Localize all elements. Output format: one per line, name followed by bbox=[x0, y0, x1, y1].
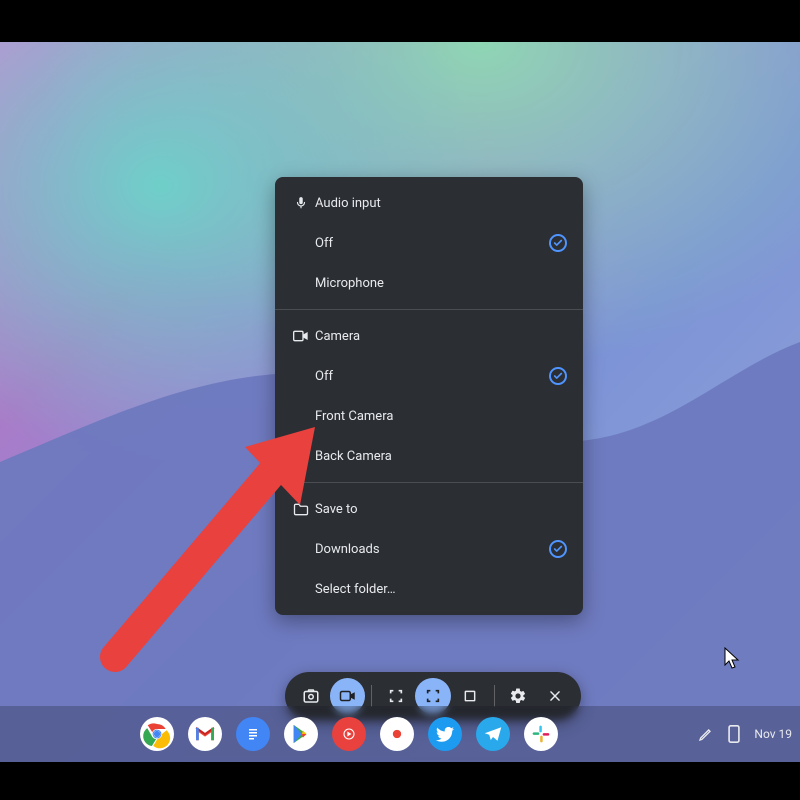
header-audio-input-label: Audio input bbox=[315, 196, 567, 211]
gmail-app-icon[interactable] bbox=[188, 717, 222, 751]
option-camera-off[interactable]: Off bbox=[275, 356, 583, 396]
header-save-to: Save to bbox=[275, 489, 583, 529]
play-store-app-icon[interactable] bbox=[284, 717, 318, 751]
header-camera-label: Camera bbox=[315, 329, 567, 344]
option-camera-off-label: Off bbox=[315, 369, 549, 384]
toolbar-divider bbox=[371, 685, 372, 707]
chrome-app-icon[interactable] bbox=[140, 717, 174, 751]
mic-icon bbox=[287, 196, 315, 210]
screen-recorder-app-icon[interactable] bbox=[380, 717, 414, 751]
section-save-to: Save to Downloads Select folder… bbox=[275, 483, 583, 615]
telegram-app-icon[interactable] bbox=[476, 717, 510, 751]
toolbar-divider bbox=[494, 685, 495, 707]
header-save-to-label: Save to bbox=[315, 502, 567, 517]
header-camera: Camera bbox=[275, 316, 583, 356]
option-audio-off-label: Off bbox=[315, 236, 549, 251]
docs-app-icon[interactable] bbox=[236, 717, 270, 751]
twitter-app-icon[interactable] bbox=[428, 717, 462, 751]
shelf: Nov 19 bbox=[0, 706, 800, 762]
option-save-downloads-label: Downloads bbox=[315, 542, 549, 557]
check-icon bbox=[549, 234, 567, 252]
tray-date: Nov 19 bbox=[754, 727, 792, 741]
option-camera-back-label: Back Camera bbox=[315, 449, 567, 464]
option-audio-off[interactable]: Off bbox=[275, 223, 583, 263]
header-audio-input: Audio input bbox=[275, 183, 583, 223]
option-camera-front-label: Front Camera bbox=[315, 409, 567, 424]
section-camera: Camera Off Front Camera Back Camera bbox=[275, 310, 583, 483]
option-audio-microphone[interactable]: Microphone bbox=[275, 263, 583, 303]
option-save-select-folder[interactable]: Select folder… bbox=[275, 569, 583, 609]
youtube-music-app-icon[interactable] bbox=[332, 717, 366, 751]
section-audio: Audio input Off Microphone bbox=[275, 177, 583, 310]
option-audio-microphone-label: Microphone bbox=[315, 276, 567, 291]
phone-hub-icon[interactable] bbox=[728, 725, 740, 743]
capture-settings-popup: Audio input Off Microphone Camera bbox=[275, 177, 583, 615]
slack-app-icon[interactable] bbox=[524, 717, 558, 751]
option-save-select-folder-label: Select folder… bbox=[315, 582, 567, 597]
option-camera-back[interactable]: Back Camera bbox=[275, 436, 583, 476]
option-save-downloads[interactable]: Downloads bbox=[275, 529, 583, 569]
video-camera-icon bbox=[287, 330, 315, 342]
folder-icon bbox=[287, 503, 315, 516]
option-camera-front[interactable]: Front Camera bbox=[275, 396, 583, 436]
shelf-apps bbox=[140, 717, 558, 751]
stylus-icon[interactable] bbox=[698, 726, 714, 742]
screen-area: Audio input Off Microphone Camera bbox=[0, 42, 800, 762]
check-icon bbox=[549, 367, 567, 385]
check-icon bbox=[549, 540, 567, 558]
system-tray[interactable]: Nov 19 bbox=[698, 725, 792, 743]
